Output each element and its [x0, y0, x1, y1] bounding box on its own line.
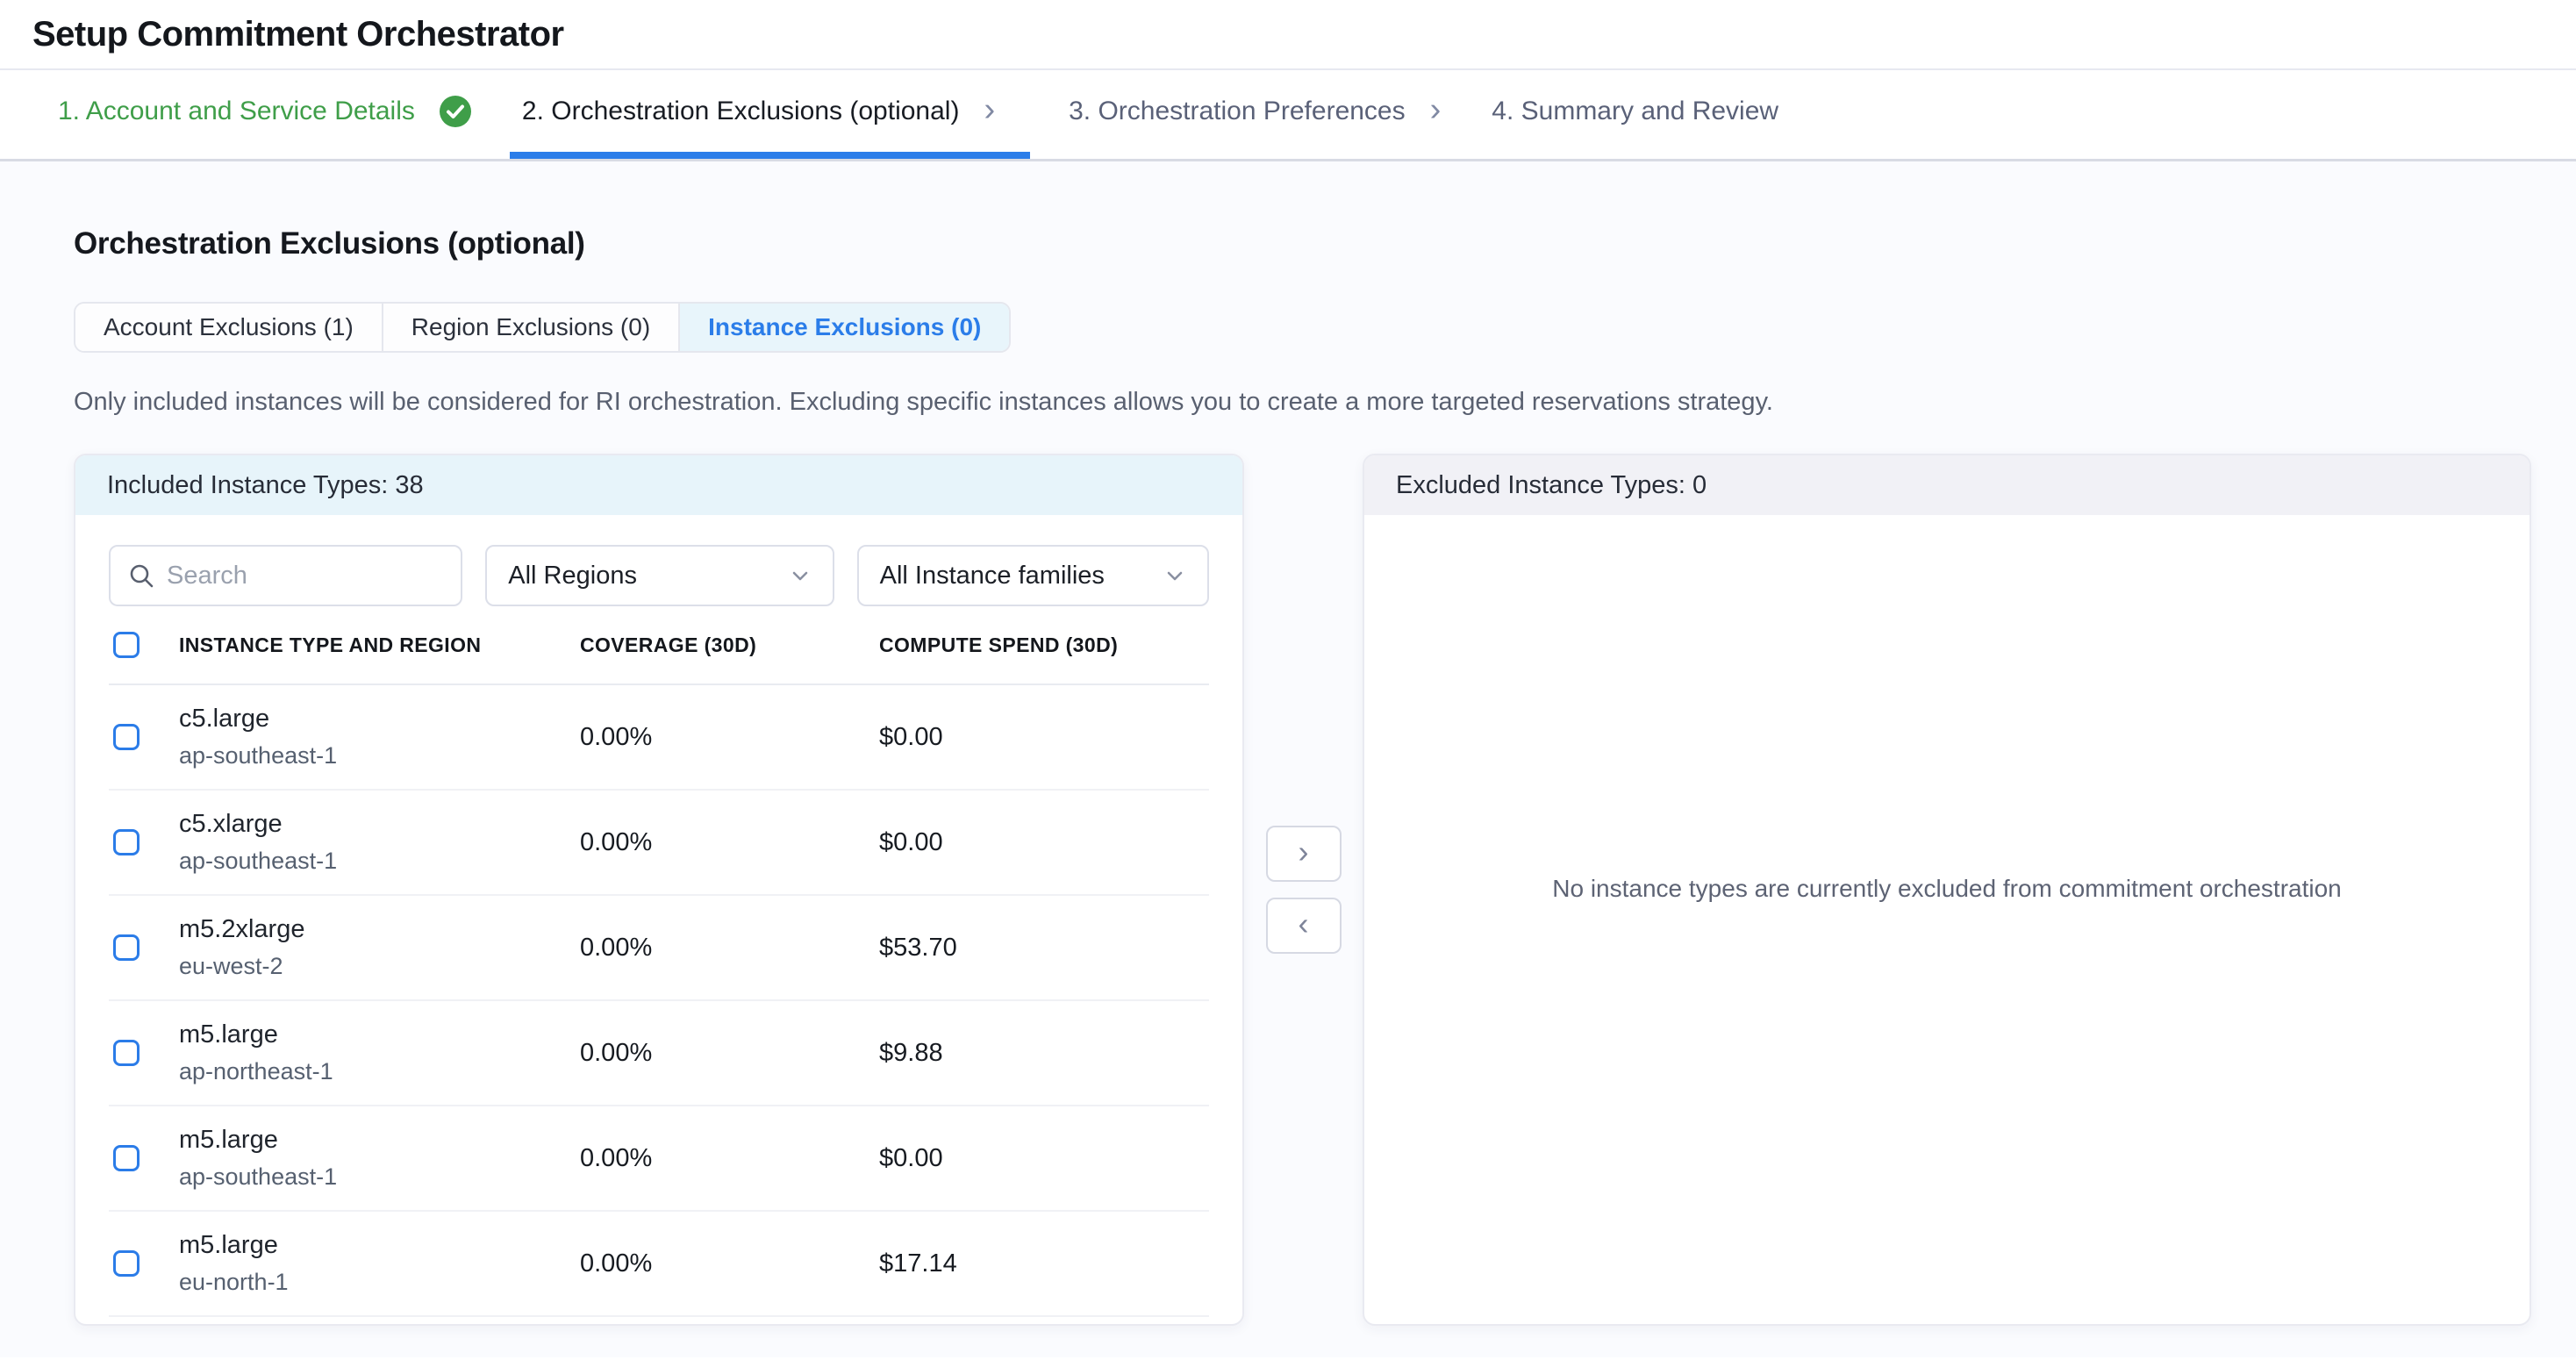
- region-filter-select[interactable]: All Regions: [485, 545, 834, 606]
- included-panel-title: Included Instance Types: 38: [107, 471, 424, 500]
- spend-value: $0.00: [879, 723, 1209, 752]
- wizard-stepper: 1. Account and Service Details 2. Orches…: [0, 70, 2576, 161]
- section-heading: Orchestration Exclusions (optional): [74, 226, 2531, 261]
- step-orchestration-preferences[interactable]: 3. Orchestration Preferences ›: [1056, 70, 1453, 159]
- step-orchestration-exclusions[interactable]: 2. Orchestration Exclusions (optional) ›: [510, 70, 1030, 159]
- instance-region: eu-north-1: [179, 1269, 580, 1296]
- section-description: Only included instances will be consider…: [74, 388, 2531, 417]
- instance-region: eu-west-2: [179, 953, 580, 980]
- exclusion-tab-group: Account Exclusions (1) Region Exclusions…: [74, 302, 1011, 353]
- tab-instance-exclusions[interactable]: Instance Exclusions (0): [678, 304, 1009, 351]
- chevron-left-icon: ‹: [1299, 908, 1309, 940]
- select-all-checkbox[interactable]: [113, 632, 140, 658]
- table-header-row: INSTANCE TYPE AND REGION COVERAGE (30D) …: [109, 606, 1209, 685]
- instance-type: c5.xlarge: [179, 810, 580, 839]
- instance-family-filter-value: All Instance families: [880, 562, 1105, 591]
- spend-value: $53.70: [879, 934, 1209, 963]
- chevron-down-icon: [1163, 564, 1186, 587]
- step-summary-review[interactable]: 4. Summary and Review: [1479, 70, 1791, 159]
- spend-value: $0.00: [879, 828, 1209, 857]
- instance-region: ap-southeast-1: [179, 1163, 580, 1191]
- excluded-empty-message: No instance types are currently excluded…: [1552, 875, 2342, 903]
- instance-region: ap-southeast-1: [179, 742, 580, 769]
- step-label: 3. Orchestration Preferences: [1069, 97, 1406, 126]
- instance-family-filter-select[interactable]: All Instance families: [857, 545, 1209, 606]
- coverage-value: 0.00%: [580, 1144, 879, 1173]
- chevron-right-icon: ›: [1299, 836, 1309, 868]
- main-content: Orchestration Exclusions (optional) Acco…: [0, 161, 2576, 1357]
- step-label: 1. Account and Service Details: [58, 97, 415, 126]
- table-row: m5.large ap-southeast-1 0.00% $0.00: [109, 1106, 1209, 1212]
- included-filters: All Regions All Instance families: [75, 515, 1242, 606]
- instance-type: m5.large: [179, 1126, 580, 1155]
- included-panel-header: Included Instance Types: 38: [75, 455, 1242, 515]
- chevron-right-icon: ›: [1430, 93, 1442, 126]
- region-filter-value: All Regions: [508, 562, 637, 591]
- excluded-panel-header: Excluded Instance Types: 0: [1364, 455, 2529, 515]
- row-checkbox[interactable]: [113, 724, 140, 750]
- search-input[interactable]: [167, 562, 443, 591]
- excluded-instances-panel: Excluded Instance Types: 0 No instance t…: [1363, 454, 2531, 1326]
- app-header: Setup Commitment Orchestrator: [0, 0, 2576, 70]
- chevron-right-icon: ›: [984, 93, 995, 126]
- step-label: 4. Summary and Review: [1492, 97, 1778, 126]
- table-row: m5.large eu-north-1 0.00% $17.14: [109, 1212, 1209, 1317]
- coverage-value: 0.00%: [580, 828, 879, 857]
- transfer-panels: Included Instance Types: 38 All Regions: [74, 454, 2531, 1326]
- step-account-service-details[interactable]: 1. Account and Service Details: [46, 70, 483, 159]
- coverage-value: 0.00%: [580, 1249, 879, 1278]
- column-header-instance-type: INSTANCE TYPE AND REGION: [179, 633, 580, 657]
- table-row: m5.large ap-northeast-1 0.00% $9.88: [109, 1001, 1209, 1106]
- spend-value: $17.14: [879, 1249, 1209, 1278]
- spend-value: $9.88: [879, 1039, 1209, 1068]
- instance-type: m5.large: [179, 1231, 580, 1260]
- table-row: c5.xlarge ap-southeast-1 0.00% $0.00: [109, 791, 1209, 896]
- excluded-panel-title: Excluded Instance Types: 0: [1396, 471, 1707, 500]
- page-title: Setup Commitment Orchestrator: [32, 15, 564, 54]
- column-header-coverage: COVERAGE (30D): [580, 633, 879, 657]
- included-instances-table: INSTANCE TYPE AND REGION COVERAGE (30D) …: [75, 606, 1242, 1324]
- tab-account-exclusions[interactable]: Account Exclusions (1): [75, 304, 382, 351]
- check-circle-icon: [440, 96, 471, 127]
- search-icon: [128, 562, 154, 589]
- move-to-excluded-button[interactable]: ›: [1266, 826, 1342, 882]
- row-checkbox[interactable]: [113, 1250, 140, 1277]
- instance-type: m5.large: [179, 1020, 580, 1049]
- instance-region: ap-southeast-1: [179, 848, 580, 875]
- chevron-down-icon: [789, 564, 812, 587]
- instance-type: m5.2xlarge: [179, 915, 580, 944]
- move-to-included-button[interactable]: ‹: [1266, 898, 1342, 954]
- coverage-value: 0.00%: [580, 934, 879, 963]
- coverage-value: 0.00%: [580, 1039, 879, 1068]
- step-label: 2. Orchestration Exclusions (optional): [522, 97, 960, 126]
- tab-region-exclusions[interactable]: Region Exclusions (0): [382, 304, 678, 351]
- row-checkbox[interactable]: [113, 1145, 140, 1171]
- instance-type: c5.large: [179, 705, 580, 734]
- row-checkbox[interactable]: [113, 934, 140, 961]
- instance-region: ap-northeast-1: [179, 1058, 580, 1085]
- row-checkbox[interactable]: [113, 1040, 140, 1066]
- excluded-empty-state: No instance types are currently excluded…: [1364, 515, 2529, 1324]
- column-header-compute-spend: COMPUTE SPEND (30D): [879, 633, 1209, 657]
- coverage-value: 0.00%: [580, 723, 879, 752]
- included-instances-panel: Included Instance Types: 38 All Regions: [74, 454, 1244, 1326]
- table-row: m5.2xlarge eu-west-2 0.00% $53.70: [109, 896, 1209, 1001]
- table-row: c5.large ap-southeast-1 0.00% $0.00: [109, 685, 1209, 791]
- row-checkbox[interactable]: [113, 829, 140, 855]
- search-box: [109, 545, 462, 606]
- transfer-controls: › ‹: [1244, 454, 1363, 954]
- spend-value: $0.00: [879, 1144, 1209, 1173]
